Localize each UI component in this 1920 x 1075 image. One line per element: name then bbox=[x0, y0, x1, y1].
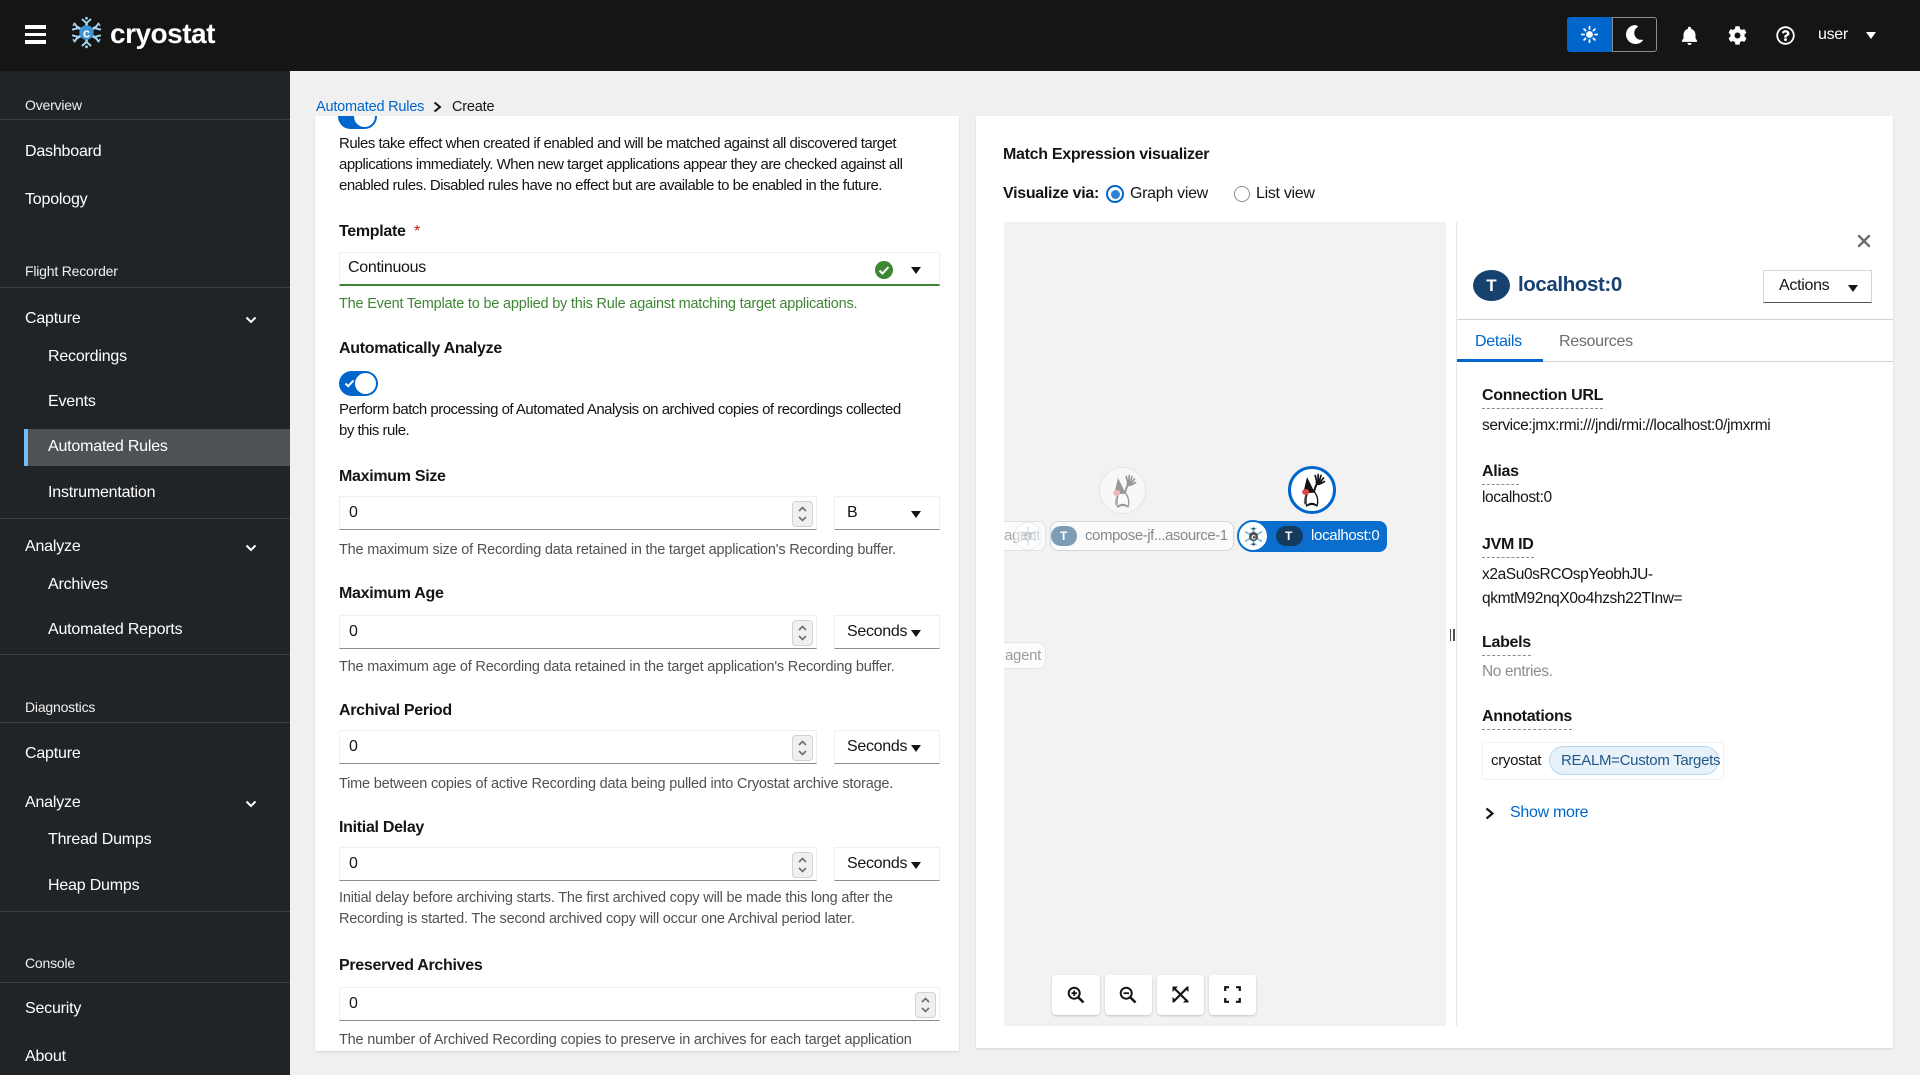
svg-text:c: c bbox=[1251, 533, 1256, 542]
svg-text:c: c bbox=[83, 26, 90, 41]
svg-text:c: c bbox=[1026, 532, 1031, 541]
